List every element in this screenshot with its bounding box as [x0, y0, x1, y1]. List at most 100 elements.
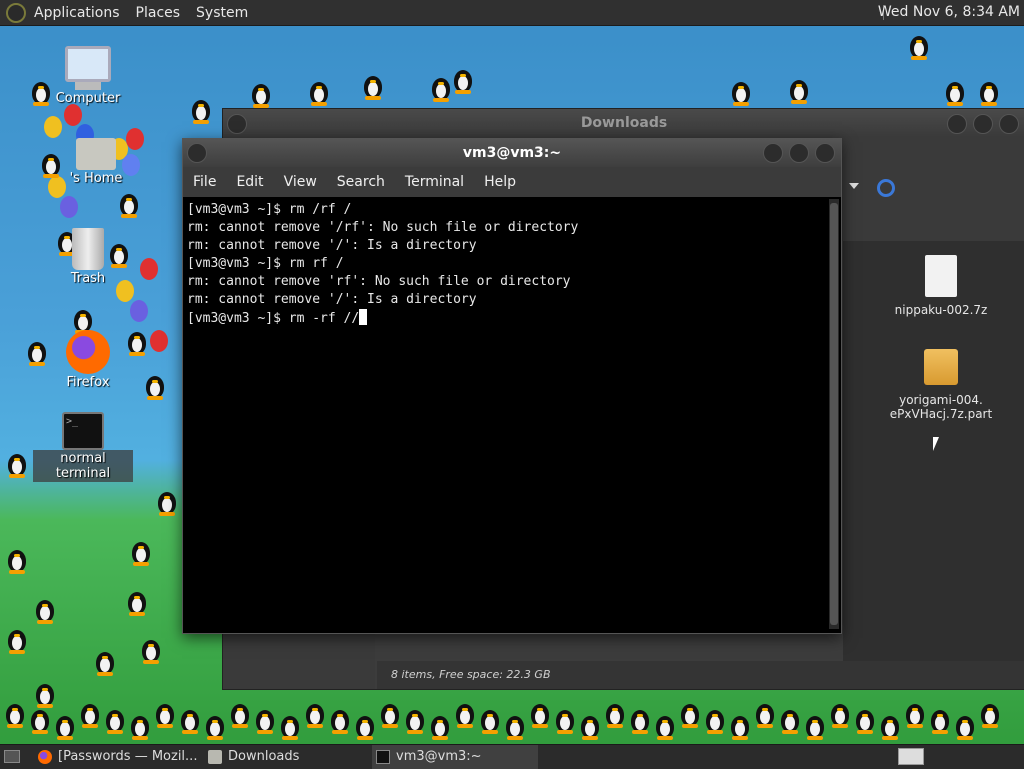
status-bar: 8 items, Free space: 22.3 GB: [377, 661, 1024, 689]
penguin-icon: [79, 700, 101, 728]
show-desktop-icon[interactable]: [4, 750, 20, 763]
desktop-icon-label: 's Home: [69, 171, 123, 186]
penguin-icon: [829, 700, 851, 728]
balloon: [44, 116, 62, 138]
terminal-icon: [376, 750, 390, 764]
window-menu-button[interactable]: [187, 143, 207, 163]
file-view[interactable]: nippaku-002.7z yorigami-004. ePxVHacj.7z…: [843, 241, 1024, 661]
applications-menu[interactable]: Applications: [26, 5, 128, 21]
chevron-down-icon[interactable]: [849, 183, 859, 189]
maximize-button[interactable]: [789, 143, 809, 163]
minimize-button[interactable]: [947, 114, 967, 134]
distro-logo-icon[interactable]: [6, 2, 26, 23]
terminal-output[interactable]: [vm3@vm3 ~]$ rm /rf / rm: cannot remove …: [187, 201, 823, 629]
penguin-icon: [904, 700, 926, 728]
penguin-icon: [779, 706, 801, 734]
sidebar: [223, 629, 375, 689]
taskbar-item-downloads[interactable]: Downloads: [204, 745, 368, 769]
window-menu-button[interactable]: [227, 114, 247, 134]
file-name: ePxVHacj.7z.part: [889, 407, 993, 421]
terminal-icon: >_: [62, 412, 104, 450]
terminal-line: rm: cannot remove 'rf': No such file or …: [187, 274, 571, 289]
scrollbar[interactable]: [829, 199, 839, 629]
scrollbar-thumb[interactable]: [830, 203, 838, 625]
terminal-prompt-line[interactable]: [vm3@vm3 ~]$ rm -rf //: [187, 309, 823, 328]
balloon: [130, 300, 148, 322]
penguin-icon: [329, 706, 351, 734]
terminal-line: rm: cannot remove '/': Is a directory: [187, 292, 477, 307]
minimize-button[interactable]: [763, 143, 783, 163]
penguin-icon: [452, 66, 474, 94]
desktop-icon-label: Computer: [55, 91, 121, 106]
file-item[interactable]: yorigami-004. ePxVHacj.7z.part: [881, 349, 1001, 421]
taskbar-item-firefox[interactable]: [Passwords — Mozil...: [34, 745, 204, 769]
menu-view[interactable]: View: [274, 174, 327, 190]
folder-icon: [208, 750, 222, 764]
penguin-icon: [144, 372, 166, 400]
search-icon[interactable]: [877, 179, 895, 197]
computer-icon: [65, 46, 111, 82]
desktop-icon-trash[interactable]: Trash: [38, 228, 138, 287]
penguin-icon: [6, 546, 28, 574]
menu-search[interactable]: Search: [327, 174, 395, 190]
file-item[interactable]: nippaku-002.7z: [881, 255, 1001, 317]
menu-file[interactable]: File: [183, 174, 226, 190]
penguin-icon: [129, 712, 151, 740]
penguin-icon: [279, 712, 301, 740]
taskbar-item-terminal[interactable]: vm3@vm3:~: [372, 745, 538, 769]
penguin-icon: [954, 712, 976, 740]
penguin-icon: [308, 78, 330, 106]
balloon: [140, 258, 158, 280]
penguin-icon: [140, 636, 162, 664]
menu-terminal[interactable]: Terminal: [395, 174, 474, 190]
window-title[interactable]: vm3@vm3:~: [183, 139, 841, 167]
penguin-icon: [579, 712, 601, 740]
penguin-icon: [654, 712, 676, 740]
penguin-icon: [944, 78, 966, 106]
penguin-icon: [190, 96, 212, 124]
terminal-window[interactable]: vm3@vm3:~ File Edit View Search Terminal…: [182, 138, 842, 634]
penguin-icon: [788, 76, 810, 104]
desktop-icon-label: Trash: [70, 271, 106, 286]
mouse-cursor-icon: [933, 437, 945, 451]
penguin-icon: [754, 700, 776, 728]
desktop-icon-normal-terminal[interactable]: >_ normal terminal: [33, 412, 133, 482]
places-menu[interactable]: Places: [128, 5, 189, 21]
menu-edit[interactable]: Edit: [226, 174, 273, 190]
penguin-icon: [604, 700, 626, 728]
maximize-button[interactable]: [973, 114, 993, 134]
bottom-panel: [Passwords — Mozil... Downloads vm3@vm3:…: [0, 744, 1024, 769]
penguin-icon: [554, 706, 576, 734]
penguin-icon: [730, 78, 752, 106]
penguin-icon: [429, 712, 451, 740]
penguin-icon: [879, 712, 901, 740]
workspace-switcher[interactable]: [898, 748, 924, 765]
penguin-icon: [978, 78, 1000, 106]
taskbar-item-label: [Passwords — Mozil...: [58, 749, 198, 764]
desktop-icon-home[interactable]: 's Home: [46, 138, 146, 187]
penguin-icon: [29, 706, 51, 734]
close-button[interactable]: [999, 114, 1019, 134]
firefox-icon: [66, 330, 110, 374]
file-name: nippaku-002.7z: [894, 303, 988, 317]
penguin-icon: [804, 712, 826, 740]
desktop-icon-firefox[interactable]: Firefox: [38, 330, 138, 391]
close-button[interactable]: [815, 143, 835, 163]
penguin-icon: [6, 450, 28, 478]
desktop-icon-computer[interactable]: Computer: [38, 46, 138, 107]
text-cursor: [359, 309, 368, 325]
firefox-icon: [38, 750, 52, 764]
menu-help[interactable]: Help: [474, 174, 526, 190]
penguin-icon: [156, 488, 178, 516]
system-menu[interactable]: System: [188, 5, 256, 21]
penguin-icon: [704, 706, 726, 734]
penguin-icon: [4, 700, 26, 728]
taskbar-item-label: vm3@vm3:~: [396, 749, 482, 764]
clock[interactable]: Wed Nov 6, 8:34 AM: [878, 0, 1020, 25]
penguin-icon: [729, 712, 751, 740]
top-panel: Applications Places System Wed Nov 6, 8:…: [0, 0, 1024, 26]
balloon: [64, 104, 82, 126]
penguin-icon: [54, 712, 76, 740]
penguin-icon: [154, 700, 176, 728]
window-title[interactable]: Downloads: [223, 109, 1024, 137]
